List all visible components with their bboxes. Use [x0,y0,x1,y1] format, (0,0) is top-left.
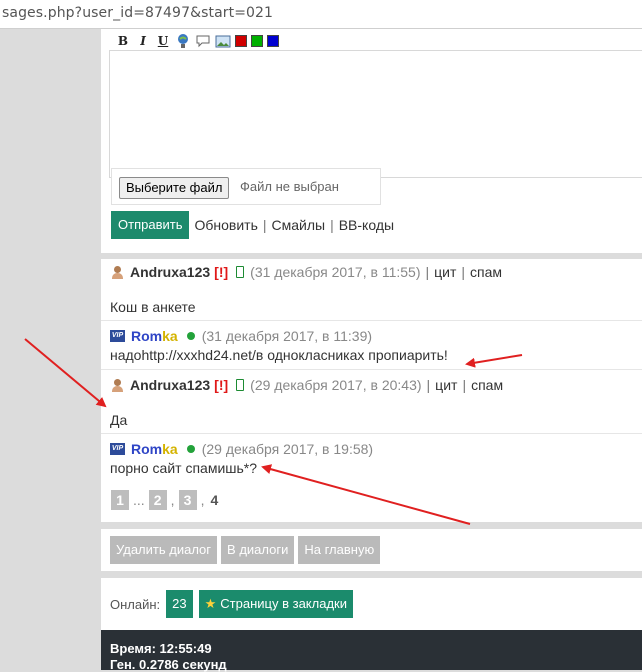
refresh-link[interactable]: Обновить [194,217,257,233]
quote-icon[interactable] [193,33,213,49]
choose-file-button[interactable]: Выберите файл [119,177,230,199]
separator: | [461,264,466,280]
message-author[interactable]: Andruxa123 [130,377,210,393]
divider [101,320,642,321]
spam-link[interactable]: спам [470,264,502,280]
page-link[interactable]: 2 [148,490,167,510]
mobile-icon [236,379,245,391]
message-header: VIP Romka (29 декабря 2017, в 19:58) [110,441,373,457]
separator: | [425,264,430,280]
separator: | [262,217,267,233]
online-status-icon [186,332,195,340]
arrow-left [24,338,107,408]
online-count-button[interactable]: 23 [166,590,193,618]
current-page: 4 [210,492,219,508]
pagination: 1 ... 2 , 3 , 4 [111,490,218,510]
dialogs-button[interactable]: В диалоги [221,536,295,564]
online-label: Онлайн: [110,596,161,612]
browser-address-bar[interactable]: sages.php?user_id=87497&start=021 [0,0,642,29]
user-avatar-icon [110,265,124,279]
bookmark-button[interactable]: ★ Страницу в закладки [198,590,353,618]
separator: | [462,377,467,393]
color-green-button[interactable] [251,35,263,47]
message-header: Andruxa123 [!] (31 декабря 2017, в 11:55… [110,264,502,280]
separator: | [330,217,334,233]
file-status: Файл не выбран [240,179,339,194]
url-text: sages.php?user_id=87497&start=021 [2,5,274,21]
message-author[interactable]: Romka [131,441,178,457]
bbcode-toolbar: B I U [113,33,281,49]
send-button[interactable]: Отправить [111,211,190,239]
delete-dialog-button[interactable]: Удалить диалог [110,536,218,564]
spam-link[interactable]: спам [471,377,503,393]
message-date: (29 декабря 2017, в 19:58) [201,441,374,457]
page-footer: Время: 12:55:49 Ген. 0.2786 секунд [101,630,642,672]
message-text: надо http://xxxhd24.net/ в однокласниках… [110,347,448,363]
color-red-button[interactable] [235,35,247,47]
message-date: (31 декабря 2017, в 11:55) [250,264,421,280]
mobile-icon [236,266,245,278]
message-text: Кош в анкете [110,299,196,315]
composer-actions: Отправить Обновить | Смайлы | BB-коды [111,211,394,239]
message-link[interactable]: http://xxxhd24.net/ [141,347,255,363]
messages-panel: Andruxa123 [!] (31 декабря 2017, в 11:55… [101,259,642,522]
vip-icon: VIP [110,443,125,455]
quote-link[interactable]: цит [434,264,456,280]
smiles-link[interactable]: Смайлы [272,217,326,233]
message-date: (31 декабря 2017, в 11:39) [201,328,373,344]
separator: | [426,377,431,393]
bold-button[interactable]: B [113,33,133,49]
online-bar: Онлайн: 23 ★ Страницу в закладки [101,578,642,630]
alert-badge: [!] [214,264,229,280]
message-header: VIP Romka (31 декабря 2017, в 11:39) [110,328,372,344]
online-status-icon [186,445,195,453]
home-button[interactable]: На главную [298,536,381,564]
message-text: Да [110,412,128,428]
message-author[interactable]: Romka [131,328,178,344]
italic-button[interactable]: I [133,33,153,49]
divider [101,369,642,370]
pager-ellipsis: ... [133,492,145,508]
quote-link[interactable]: цит [435,377,457,393]
vip-icon: VIP [110,330,125,342]
user-avatar-icon [110,378,124,392]
dialog-actions: Удалить диалог В диалоги На главную [101,529,642,571]
link-icon[interactable] [173,33,193,49]
file-upload: Выберите файл Файл не выбран [111,168,381,205]
page-link[interactable]: 3 [178,490,197,510]
page-link[interactable]: 1 [111,490,129,510]
image-icon[interactable] [213,33,233,49]
alert-badge: [!] [214,377,229,393]
color-blue-button[interactable] [267,35,279,47]
reply-composer: B I U Выберите файл Файл не выбран Отпра… [101,29,642,253]
message-date: (29 декабря 2017, в 20:43) [250,377,422,393]
message-author[interactable]: Andruxa123 [130,264,210,280]
server-time: Время: 12:55:49 [110,641,212,656]
message-textarea[interactable] [109,50,642,178]
divider [101,433,642,434]
message-header: Andruxa123 [!] (29 декабря 2017, в 20:43… [110,377,503,393]
message-text: порно сайт спамишь*? [110,460,258,476]
bbcodes-link[interactable]: BB-коды [339,217,394,233]
star-icon: ★ [204,596,217,611]
underline-button[interactable]: U [153,33,173,49]
